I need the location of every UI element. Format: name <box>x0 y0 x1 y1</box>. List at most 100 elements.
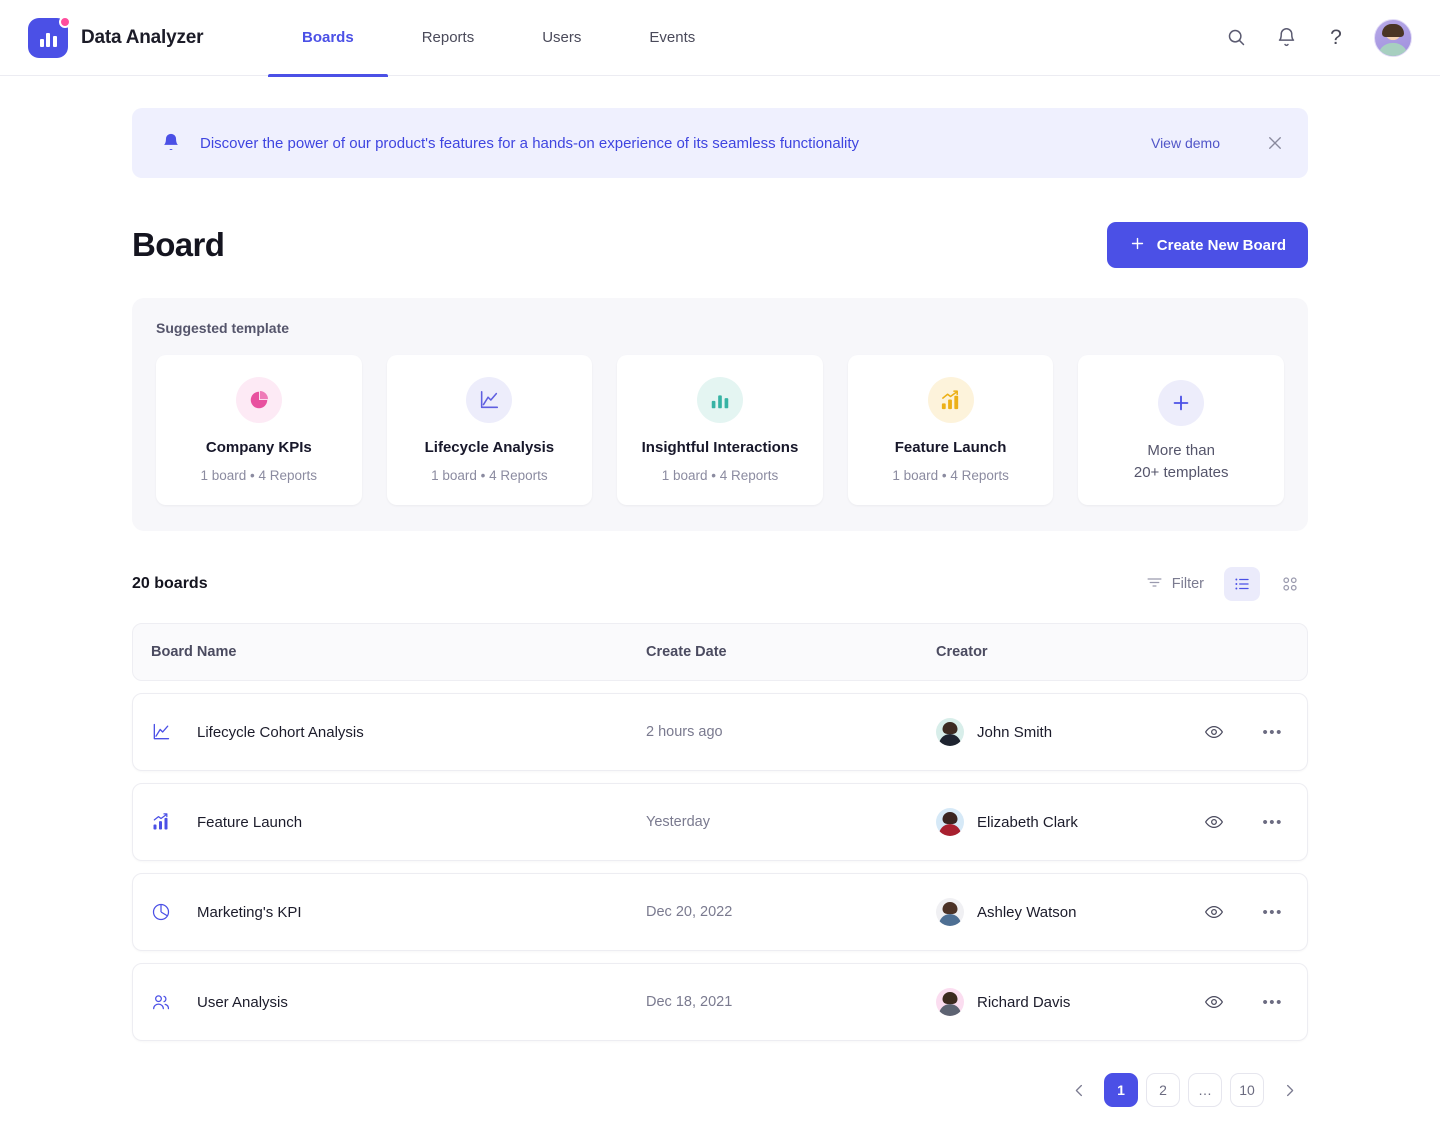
close-icon[interactable] <box>1266 134 1284 152</box>
row-actions: ••• <box>1139 902 1289 922</box>
help-icon[interactable]: ? <box>1324 26 1348 50</box>
page-content: Discover the power of our product's feat… <box>0 76 1440 1107</box>
page-ellipsis[interactable]: … <box>1188 1073 1222 1107</box>
template-card-company-kpis[interactable]: Company KPIs 1 board • 4 Reports <box>156 355 362 505</box>
creator-name: Richard Davis <box>977 994 1070 1011</box>
chevron-left-icon[interactable] <box>1062 1073 1096 1107</box>
nav-item-events[interactable]: Events <box>615 0 729 76</box>
template-title: Feature Launch <box>895 439 1007 456</box>
view-demo-link[interactable]: View demo <box>1151 135 1220 151</box>
suggested-template-label: Suggested template <box>156 320 1284 336</box>
grid-view-icon[interactable] <box>1272 567 1308 601</box>
create-date: 2 hours ago <box>646 724 936 740</box>
template-grid: Company KPIs 1 board • 4 Reports Lifecyc… <box>156 355 1284 505</box>
pie-chart-icon <box>151 902 197 922</box>
trend-up-icon <box>928 377 974 423</box>
row-actions: ••• <box>1139 992 1289 1012</box>
creator-name: John Smith <box>977 724 1052 741</box>
more-templates-line1: More than <box>1147 442 1215 459</box>
avatar[interactable] <box>1374 19 1412 57</box>
top-actions: ? <box>1224 19 1412 57</box>
avatar <box>936 988 964 1016</box>
column-header-board-name: Board Name <box>151 644 646 660</box>
template-title: Company KPIs <box>206 439 312 456</box>
nav-item-boards[interactable]: Boards <box>268 0 388 76</box>
pagination: 1 2 … 10 <box>132 1073 1308 1107</box>
template-card-insightful-interactions[interactable]: Insightful Interactions 1 board • 4 Repo… <box>617 355 823 505</box>
creator-cell: Richard Davis <box>936 988 1139 1016</box>
create-date: Yesterday <box>646 814 936 830</box>
list-view-icon[interactable] <box>1224 567 1260 601</box>
create-new-board-button[interactable]: Create New Board <box>1107 222 1308 268</box>
bar-chart-icon <box>697 377 743 423</box>
eye-icon[interactable] <box>1204 812 1224 832</box>
more-options-icon[interactable]: ••• <box>1262 814 1283 831</box>
table-row[interactable]: Marketing's KPI Dec 20, 2022 Ashley Wats… <box>132 873 1308 951</box>
eye-icon[interactable] <box>1204 992 1224 1012</box>
avatar <box>936 718 964 746</box>
page-button-1[interactable]: 1 <box>1104 1073 1138 1107</box>
creator-cell: Ashley Watson <box>936 898 1139 926</box>
table-row[interactable]: Feature Launch Yesterday Elizabeth Clark… <box>132 783 1308 861</box>
template-subtitle: 1 board • 4 Reports <box>201 468 318 483</box>
banner-message: Discover the power of our product's feat… <box>200 135 1133 152</box>
page-header-row: Board Create New Board <box>132 222 1308 268</box>
top-navigation-bar: Data Analyzer Boards Reports Users Event… <box>0 0 1440 76</box>
page-button-2[interactable]: 2 <box>1146 1073 1180 1107</box>
boards-count: 20 boards <box>132 575 208 593</box>
template-card-feature-launch[interactable]: Feature Launch 1 board • 4 Reports <box>848 355 1054 505</box>
column-header-create-date: Create Date <box>646 644 936 660</box>
create-new-board-label: Create New Board <box>1157 237 1286 254</box>
template-title: Lifecycle Analysis <box>425 439 555 456</box>
eye-icon[interactable] <box>1204 902 1224 922</box>
more-options-icon[interactable]: ••• <box>1262 724 1283 741</box>
creator-cell: Elizabeth Clark <box>936 808 1139 836</box>
plus-icon <box>1129 235 1146 256</box>
create-date: Dec 20, 2022 <box>646 904 936 920</box>
bell-icon[interactable] <box>1274 26 1298 50</box>
template-subtitle: 1 board • 4 Reports <box>662 468 779 483</box>
table-row[interactable]: User Analysis Dec 18, 2021 Richard Davis… <box>132 963 1308 1041</box>
plus-icon <box>1158 380 1204 426</box>
row-actions: ••• <box>1139 812 1289 832</box>
table-row[interactable]: Lifecycle Cohort Analysis 2 hours ago Jo… <box>132 693 1308 771</box>
view-tools: Filter <box>1138 567 1308 601</box>
page-title: Board <box>132 226 224 264</box>
more-options-icon[interactable]: ••• <box>1262 904 1283 921</box>
brand[interactable]: Data Analyzer <box>28 18 236 58</box>
creator-name: Ashley Watson <box>977 904 1077 921</box>
template-card-more-templates[interactable]: More than 20+ templates <box>1078 355 1284 505</box>
line-chart-icon <box>466 377 512 423</box>
template-title: Insightful Interactions <box>642 439 799 456</box>
nav-item-users[interactable]: Users <box>508 0 615 76</box>
logo-notification-dot <box>59 16 71 28</box>
eye-icon[interactable] <box>1204 722 1224 742</box>
page-button-10[interactable]: 10 <box>1230 1073 1264 1107</box>
template-subtitle: 1 board • 4 Reports <box>892 468 1009 483</box>
pie-chart-icon <box>236 377 282 423</box>
bell-icon <box>160 132 182 154</box>
creator-cell: John Smith <box>936 718 1139 746</box>
board-name: Feature Launch <box>197 814 302 831</box>
trend-up-icon <box>151 812 197 832</box>
suggested-templates-panel: Suggested template Company KPIs 1 board … <box>132 298 1308 531</box>
filter-label: Filter <box>1172 576 1204 592</box>
filter-icon <box>1146 574 1163 595</box>
template-card-lifecycle-analysis[interactable]: Lifecycle Analysis 1 board • 4 Reports <box>387 355 593 505</box>
main-nav: Boards Reports Users Events <box>268 0 729 76</box>
template-subtitle: 1 board • 4 Reports <box>431 468 548 483</box>
chevron-right-icon[interactable] <box>1272 1073 1306 1107</box>
create-date: Dec 18, 2021 <box>646 994 936 1010</box>
search-icon[interactable] <box>1224 26 1248 50</box>
nav-item-reports[interactable]: Reports <box>388 0 509 76</box>
logo-wrap <box>28 18 68 58</box>
filter-button[interactable]: Filter <box>1138 568 1212 601</box>
more-options-icon[interactable]: ••• <box>1262 994 1283 1011</box>
board-name: User Analysis <box>197 994 288 1011</box>
board-name: Lifecycle Cohort Analysis <box>197 724 364 741</box>
users-icon <box>151 992 197 1012</box>
table-header: Board Name Create Date Creator <box>132 623 1308 681</box>
more-templates-line2: 20+ templates <box>1134 464 1229 481</box>
column-header-creator: Creator <box>936 644 1139 660</box>
brand-name: Data Analyzer <box>81 27 203 49</box>
